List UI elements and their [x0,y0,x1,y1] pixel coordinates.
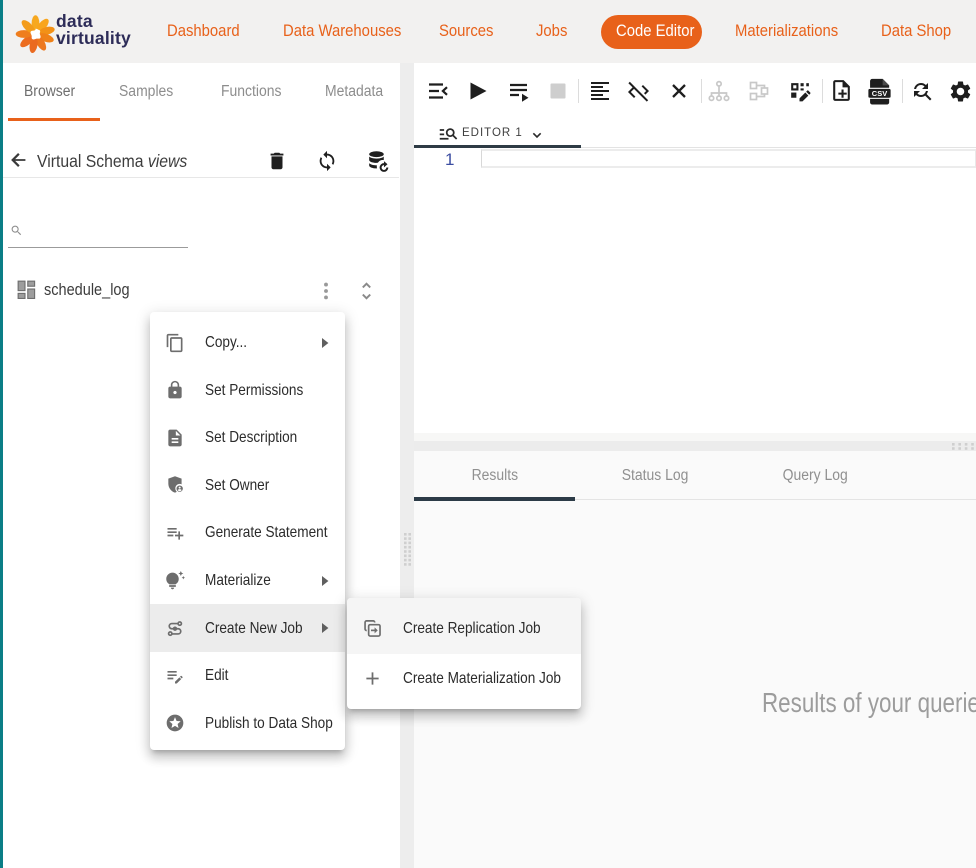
svg-text:CSV: CSV [872,89,887,98]
